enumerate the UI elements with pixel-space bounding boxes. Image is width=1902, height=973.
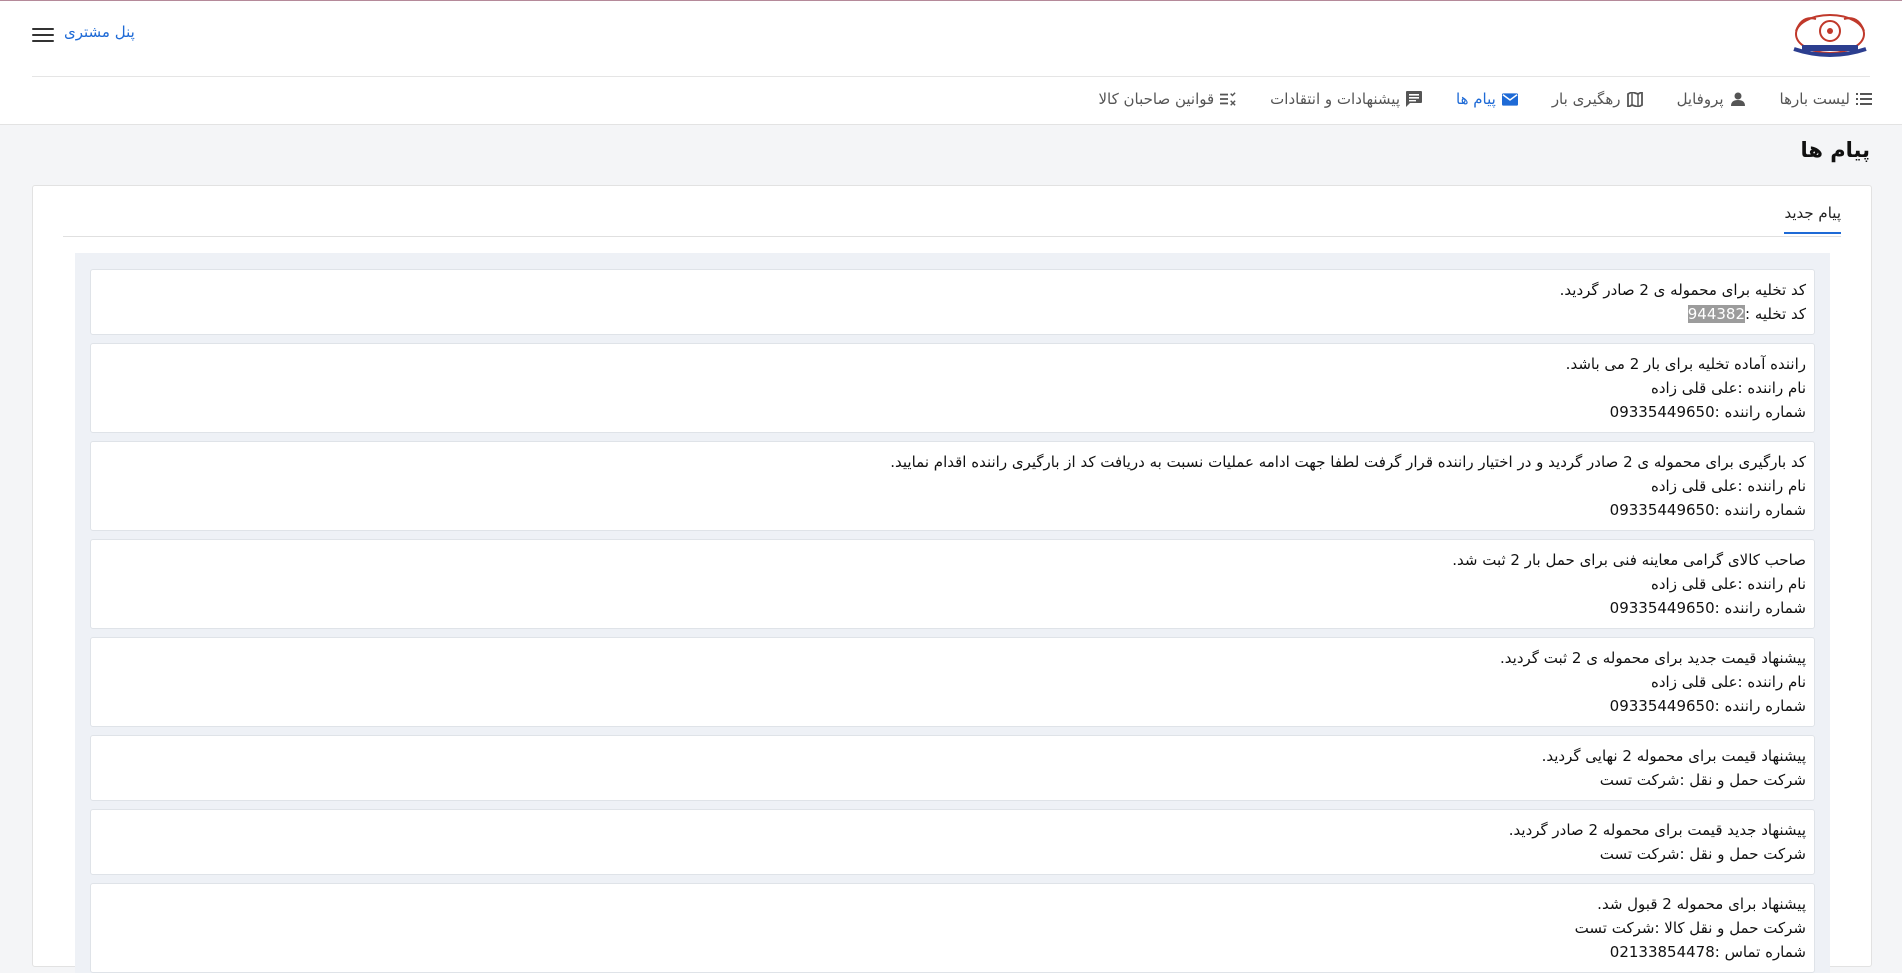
message-line: راننده آماده تخلیه برای بار 2 می باشد. [1565,355,1806,373]
message-line: پیشنهاد برای محموله 2 قبول شد. [1597,895,1806,913]
message-list[interactable]: کد تخلیه برای محموله ی 2 صادر گردید. کد … [75,253,1830,973]
nav-label: پیشنهادات و انتقادات [1270,90,1400,108]
header-divider [32,76,1870,77]
main-nav: لیست بارها پروفایل رهگیری بار پیام ها پی… [1064,87,1872,111]
map-icon [1626,91,1643,107]
message-item: صاحب کالای گرامی معاینه فنی برای حمل بار… [90,539,1815,629]
tab-new-message[interactable]: پیام جدید [1784,204,1841,234]
message-line: شرکت حمل و نقل :شرکت تست [1599,845,1806,863]
nav-item-messages[interactable]: پیام ها [1456,90,1518,108]
message-item: راننده آماده تخلیه برای بار 2 می باشد. ن… [90,343,1815,433]
message-item: کد بارگیری برای محموله ی 2 صادر گردید و … [90,441,1815,531]
message-item: کد تخلیه برای محموله ی 2 صادر گردید. کد … [90,269,1815,335]
message-line: نام راننده :علی قلی زاده [1650,673,1806,691]
message-line-label: کد تخلیه : [1745,305,1806,323]
message-line: نام راننده :علی قلی زاده [1650,477,1806,495]
nav-label: پروفایل [1676,90,1724,108]
message-line: شرکت حمل و نقل کالا :شرکت تست [1574,919,1806,937]
message-line: شماره راننده :09335449650 [1609,599,1806,617]
message-item: پیشنهاد قیمت برای محموله 2 نهایی گردید. … [90,735,1815,801]
truck-emblem-logo[interactable] [1788,9,1872,63]
nav-item-profile[interactable]: پروفایل [1677,90,1746,108]
message-line: پیشنهاد جدید قیمت برای محموله 2 صادر گرد… [1508,821,1806,839]
message-line: کد تخلیه :944382 [99,302,1806,326]
message-line: شرکت حمل و نقل :شرکت تست [1599,771,1806,789]
message-line: پیشنهاد قیمت جدید برای محموله ی 2 ثبت گر… [1500,649,1806,667]
message-line: نام راننده :علی قلی زاده [1650,575,1806,593]
nav-item-loads-list[interactable]: لیست بارها [1780,90,1872,108]
list-icon [1856,91,1872,107]
nav-label: لیست بارها [1779,90,1850,108]
nav-item-tracking[interactable]: رهگیری بار [1552,90,1643,108]
nav-item-rules[interactable]: قوانین صاحبان کالا [1098,90,1236,108]
header: پنل مشتری لیست بارها پروفایل رهگیری بار … [0,1,1902,125]
message-item: پیشنهاد قیمت جدید برای محموله ی 2 ثبت گر… [90,637,1815,727]
message-line: شماره راننده :09335449650 [1609,403,1806,421]
comment-icon [1406,91,1422,107]
tabs-row: پیام جدید [63,186,1841,237]
hamburger-menu-icon[interactable] [32,25,54,43]
message-line: شماره راننده :09335449650 [1609,501,1806,519]
message-line: پیشنهاد قیمت برای محموله 2 نهایی گردید. [1541,747,1806,765]
nav-label: رهگیری بار [1551,90,1621,108]
nav-item-feedback[interactable]: پیشنهادات و انتقادات [1270,90,1422,108]
message-line: صاحب کالای گرامی معاینه فنی برای حمل بار… [1452,551,1806,569]
message-line: کد بارگیری برای محموله ی 2 صادر گردید و … [890,453,1806,471]
message-line: کد تخلیه برای محموله ی 2 صادر گردید. [1559,281,1806,299]
person-icon [1730,91,1746,107]
mail-icon [1501,91,1518,107]
message-line: شماره تماس :02133854478 [1609,943,1806,961]
rules-checklist-icon [1220,91,1236,107]
discharge-code-value: 944382 [1687,305,1745,323]
nav-label: پیام ها [1456,90,1496,108]
customer-panel-link[interactable]: پنل مشتری [64,23,135,41]
message-line: شماره راننده :09335449650 [1609,697,1806,715]
nav-label: قوانین صاحبان کالا [1098,90,1215,108]
message-item: پیشنهاد برای محموله 2 قبول شد. شرکت حمل … [90,883,1815,973]
messages-card: پیام جدید کد تخلیه برای محموله ی 2 صادر … [32,185,1872,973]
page-title: پیام ها [1800,138,1871,162]
message-line: نام راننده :علی قلی زاده [1650,379,1806,397]
message-item: پیشنهاد جدید قیمت برای محموله 2 صادر گرد… [90,809,1815,875]
